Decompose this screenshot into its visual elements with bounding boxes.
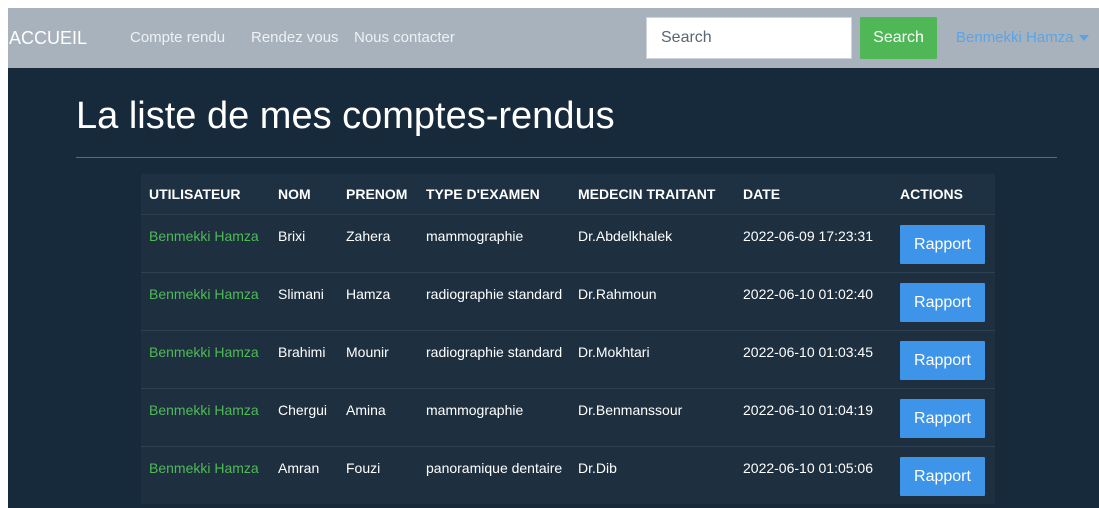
cell-type: panoramique dentaire bbox=[426, 460, 563, 476]
cell-medecin: Dr.Rahmoun bbox=[578, 286, 657, 302]
reports-table: UTILISATEUR NOM PRENOM TYPE D'EXAMEN MED… bbox=[141, 174, 995, 504]
cell-nom: Brixi bbox=[278, 228, 306, 244]
cell-user: Benmekki Hamza bbox=[149, 228, 259, 244]
rapport-button[interactable]: Rapport bbox=[900, 341, 985, 380]
header-medecin: MEDECIN TRAITANT bbox=[578, 186, 716, 202]
nav-link-compte-rendu[interactable]: Compte rendu bbox=[130, 8, 225, 68]
cell-type: radiographie standard bbox=[426, 344, 563, 360]
title-divider bbox=[76, 157, 1057, 158]
cell-medecin: Dr.Benmanssour bbox=[578, 402, 683, 418]
cell-prenom: Hamza bbox=[346, 286, 391, 302]
cell-prenom: Fouzi bbox=[346, 460, 381, 476]
header-date: DATE bbox=[743, 186, 781, 202]
cell-nom: Brahimi bbox=[278, 344, 326, 360]
cell-user: Benmekki Hamza bbox=[149, 402, 259, 418]
header-type-examen: TYPE D'EXAMEN bbox=[426, 186, 540, 202]
cell-date: 2022-06-10 01:02:40 bbox=[743, 286, 873, 302]
cell-medecin: Dr.Mokhtari bbox=[578, 344, 650, 360]
table-header: UTILISATEUR NOM PRENOM TYPE D'EXAMEN MED… bbox=[141, 174, 995, 214]
rapport-button[interactable]: Rapport bbox=[900, 399, 985, 438]
cell-user: Benmekki Hamza bbox=[149, 460, 259, 476]
nav-link-rendez-vous[interactable]: Rendez vous bbox=[251, 8, 339, 68]
search-button[interactable]: Search bbox=[860, 17, 937, 59]
rapport-button[interactable]: Rapport bbox=[900, 457, 985, 496]
user-menu-label: Benmekki Hamza bbox=[956, 29, 1074, 46]
cell-date: 2022-06-10 01:05:06 bbox=[743, 460, 873, 476]
header-prenom: PRENOM bbox=[346, 186, 408, 202]
header-actions: ACTIONS bbox=[900, 186, 963, 202]
table-row: Benmekki Hamza Amran Fouzi panoramique d… bbox=[141, 446, 995, 504]
brand-link[interactable]: ACCUEIL bbox=[9, 8, 87, 68]
table-row: Benmekki Hamza Slimani Hamza radiographi… bbox=[141, 272, 995, 330]
user-menu[interactable]: Benmekki Hamza bbox=[956, 8, 1089, 68]
table-row: Benmekki Hamza Chergui Amina mammographi… bbox=[141, 388, 995, 446]
cell-prenom: Mounir bbox=[346, 344, 389, 360]
cell-medecin: Dr.Dib bbox=[578, 460, 617, 476]
cell-user: Benmekki Hamza bbox=[149, 344, 259, 360]
search-input[interactable] bbox=[646, 17, 852, 59]
rapport-button[interactable]: Rapport bbox=[900, 225, 985, 264]
cell-type: mammographie bbox=[426, 228, 524, 244]
app-frame: ACCUEIL Compte rendu Rendez vous Nous co… bbox=[8, 8, 1099, 508]
page-title: La liste de mes comptes-rendus bbox=[76, 95, 615, 137]
rapport-button[interactable]: Rapport bbox=[900, 283, 985, 322]
cell-type: radiographie standard bbox=[426, 286, 563, 302]
cell-nom: Chergui bbox=[278, 402, 328, 418]
cell-type: mammographie bbox=[426, 402, 524, 418]
header-utilisateur: UTILISATEUR bbox=[149, 186, 241, 202]
cell-user: Benmekki Hamza bbox=[149, 286, 259, 302]
cell-medecin: Dr.Abdelkhalek bbox=[578, 228, 673, 244]
navbar: ACCUEIL Compte rendu Rendez vous Nous co… bbox=[8, 8, 1099, 68]
table-row: Benmekki Hamza Brixi Zahera mammographie… bbox=[141, 214, 995, 272]
cell-prenom: Amina bbox=[346, 402, 386, 418]
nav-link-nous-contacter[interactable]: Nous contacter bbox=[354, 8, 455, 68]
cell-date: 2022-06-10 01:04:19 bbox=[743, 402, 873, 418]
cell-date: 2022-06-10 01:03:45 bbox=[743, 344, 873, 360]
header-nom: NOM bbox=[278, 186, 311, 202]
cell-nom: Slimani bbox=[278, 286, 324, 302]
cell-prenom: Zahera bbox=[346, 228, 391, 244]
cell-nom: Amran bbox=[278, 460, 320, 476]
cell-date: 2022-06-09 17:23:31 bbox=[743, 228, 873, 244]
table-row: Benmekki Hamza Brahimi Mounir radiograph… bbox=[141, 330, 995, 388]
caret-down-icon bbox=[1078, 35, 1089, 42]
